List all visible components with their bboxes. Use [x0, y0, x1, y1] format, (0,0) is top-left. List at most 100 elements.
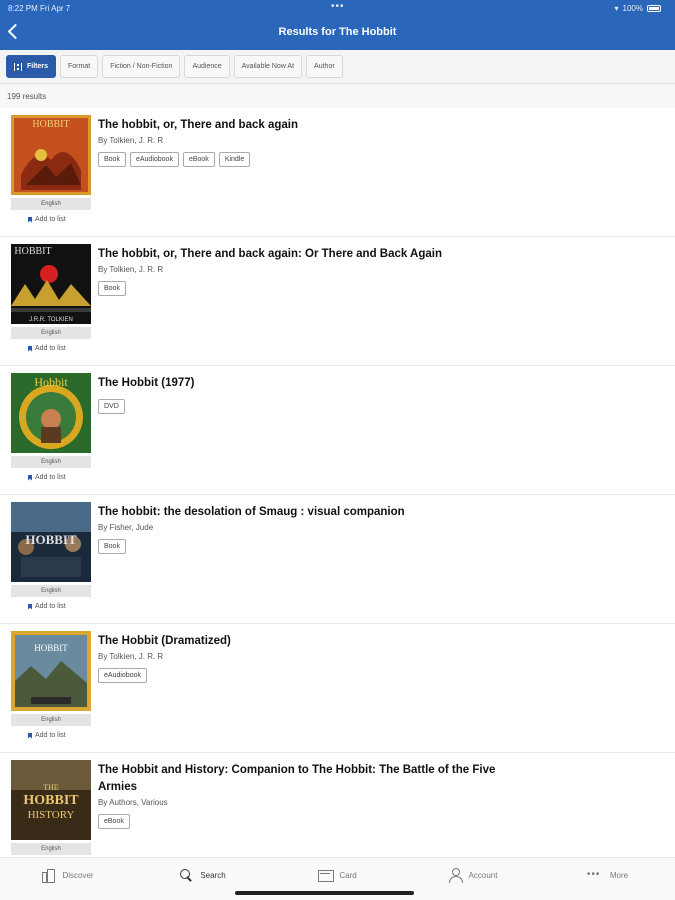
book-cover-blue-movie[interactable]: HOBBIT: [11, 502, 91, 582]
filter-format[interactable]: Format: [60, 55, 99, 78]
format-badge[interactable]: Kindle: [218, 152, 251, 167]
tab-label: Discover: [62, 870, 94, 880]
page-title: Results for The Hobbit: [278, 26, 397, 38]
svg-text:HOBBIT: HOBBIT: [14, 246, 51, 257]
result-author: By Tolkien, J. R. R: [98, 265, 164, 274]
result-info: The hobbit, or, There and back again By …: [98, 117, 518, 167]
account-icon: [448, 868, 463, 883]
filter-fiction[interactable]: Fiction / Non-Fiction: [102, 55, 181, 78]
svg-text:HOBBIT: HOBBIT: [23, 793, 79, 808]
filter-audience[interactable]: Audience: [184, 55, 230, 78]
result-info: The hobbit: the desolation of Smaug : vi…: [98, 504, 518, 554]
add-to-list-label: Add to list: [35, 603, 66, 610]
add-to-list-button[interactable]: Add to list: [28, 216, 66, 223]
result-row[interactable]: HOBBIT English Add to list The hobbit, o…: [0, 108, 675, 237]
add-to-list-label: Add to list: [35, 474, 66, 481]
result-row[interactable]: Hobbit English Add to list The Hobbit (1…: [0, 366, 675, 495]
more-icon: •••: [586, 869, 601, 880]
home-indicator[interactable]: [235, 891, 414, 895]
result-info: The Hobbit and History: Companion to The…: [98, 762, 518, 829]
filter-available[interactable]: Available Now At: [233, 55, 303, 78]
add-to-list-button[interactable]: Add to list: [28, 603, 66, 610]
result-row[interactable]: HOBBIT J.R.R. TOLKIEN English Add to lis…: [0, 237, 675, 366]
add-to-list-label: Add to list: [35, 216, 66, 223]
format-badge[interactable]: Book: [98, 281, 126, 296]
bookmark-icon: [28, 345, 32, 352]
result-title[interactable]: The Hobbit (Dramatized): [98, 633, 518, 650]
tab-account[interactable]: Account: [405, 858, 540, 900]
language-label: English: [11, 585, 91, 597]
language-label: English: [11, 843, 91, 855]
language-label: English: [11, 198, 91, 210]
format-list: DVD: [98, 399, 518, 414]
results-count: 199 results: [7, 92, 47, 101]
tab-label: Search: [200, 870, 226, 880]
wifi-icon: ▾: [614, 4, 619, 13]
language-label: English: [11, 714, 91, 726]
tab-label: More: [609, 870, 629, 880]
language-label: English: [11, 327, 91, 339]
status-time: 8:22 PM Fri Apr 7: [8, 4, 71, 13]
filters-button[interactable]: Filters: [6, 55, 57, 78]
format-list: eBook: [98, 814, 518, 829]
results-list: HOBBIT English Add to list The hobbit, o…: [0, 108, 675, 882]
format-badge[interactable]: DVD: [98, 399, 125, 414]
tab-label: Card: [339, 870, 357, 880]
book-cover-orange-dragon[interactable]: HOBBIT: [11, 115, 91, 195]
add-to-list-button[interactable]: Add to list: [28, 732, 66, 739]
search-icon: [179, 868, 193, 882]
tab-more[interactable]: ••• More: [540, 858, 675, 900]
format-badge[interactable]: eAudiobook: [129, 152, 179, 167]
tab-discover[interactable]: Discover: [0, 858, 135, 900]
format-list: Book: [98, 539, 518, 554]
card-icon: [318, 868, 335, 882]
result-info: The hobbit, or, There and back again: Or…: [98, 246, 518, 296]
format-badge[interactable]: Book: [98, 539, 126, 554]
result-title[interactable]: The hobbit, or, There and back again: [98, 117, 518, 134]
format-badge[interactable]: eBook: [98, 814, 130, 829]
tab-label: Account: [468, 870, 498, 880]
result-title[interactable]: The Hobbit (1977): [98, 375, 518, 392]
svg-text:Hobbit: Hobbit: [34, 375, 68, 389]
battery-icon: [647, 5, 661, 12]
svg-text:HOBBIT: HOBBIT: [34, 643, 68, 653]
status-bar: 8:22 PM Fri Apr 7 ••• ▾ 100%: [0, 0, 675, 16]
bookmark-icon: [28, 603, 32, 610]
audiobook-cover-painting[interactable]: HOBBIT: [11, 631, 91, 711]
bookmark-icon: [28, 732, 32, 739]
result-row[interactable]: HOBBIT English Add to list The hobbit: t…: [0, 495, 675, 624]
add-to-list-label: Add to list: [35, 345, 66, 352]
bookmark-icon: [28, 216, 32, 223]
result-info: The Hobbit (Dramatized) By Tolkien, J. R…: [98, 633, 518, 683]
bookmark-icon: [28, 474, 32, 481]
filters-label: Filters: [27, 63, 49, 70]
result-row[interactable]: HOBBIT English Add to list The Hobbit (D…: [0, 624, 675, 753]
svg-text:J.R.R. TOLKIEN: J.R.R. TOLKIEN: [29, 317, 73, 323]
language-label: English: [11, 456, 91, 468]
add-to-list-button[interactable]: Add to list: [28, 345, 66, 352]
result-author: By Tolkien, J. R. R: [98, 136, 164, 145]
result-author: By Fisher, Jude: [98, 523, 154, 532]
format-list: Book: [98, 281, 518, 296]
multitasking-dots[interactable]: •••: [331, 1, 345, 12]
filter-icon: [14, 62, 22, 71]
result-title[interactable]: The hobbit, or, There and back again: Or…: [98, 246, 518, 263]
add-to-list-button[interactable]: Add to list: [28, 474, 66, 481]
result-title[interactable]: The Hobbit and History: Companion to The…: [98, 762, 518, 796]
book-cover-black-mountains[interactable]: HOBBIT J.R.R. TOLKIEN: [11, 244, 91, 324]
dvd-cover-green-gold[interactable]: Hobbit: [11, 373, 91, 453]
format-badge[interactable]: Book: [98, 152, 126, 167]
battery-percent: 100%: [622, 4, 643, 13]
result-author: By Tolkien, J. R. R: [98, 652, 164, 661]
format-badge[interactable]: eBook: [182, 152, 215, 167]
app-header: 8:22 PM Fri Apr 7 ••• ▾ 100% Results for…: [0, 0, 675, 50]
format-list: eAudiobook: [98, 668, 518, 683]
add-to-list-label: Add to list: [35, 732, 66, 739]
filter-author[interactable]: Author: [306, 55, 343, 78]
book-cover-gold-title[interactable]: THE HOBBIT HISTORY: [11, 760, 91, 840]
format-list: Book eAudiobook eBook Kindle: [98, 152, 518, 167]
format-badge[interactable]: eAudiobook: [98, 668, 147, 683]
result-author: By Authors, Various: [98, 798, 168, 807]
status-right: ▾ 100%: [615, 4, 661, 13]
result-title[interactable]: The hobbit: the desolation of Smaug : vi…: [98, 504, 518, 521]
